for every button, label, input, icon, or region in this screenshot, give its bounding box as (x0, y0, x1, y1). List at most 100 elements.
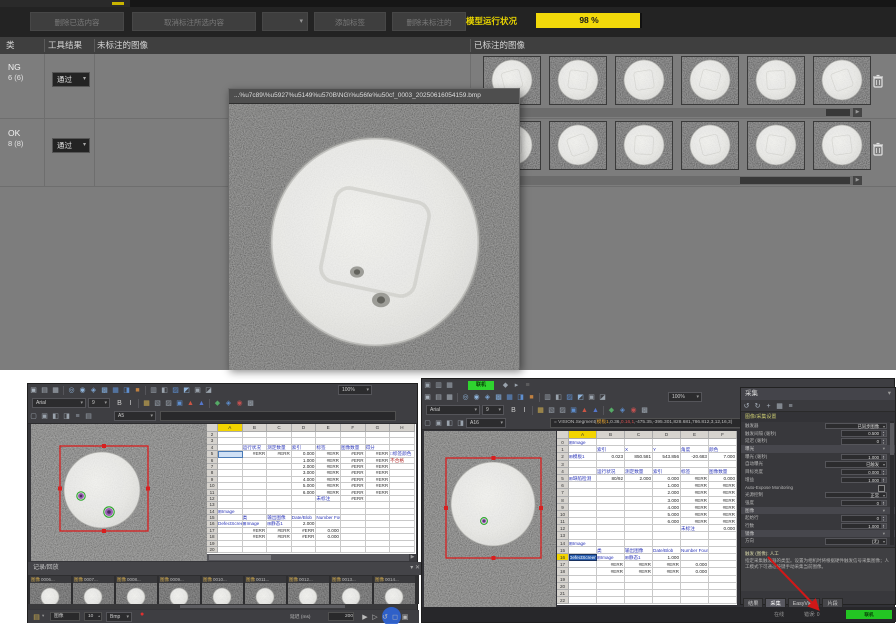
sheet-cell[interactable] (569, 583, 597, 590)
column-header[interactable]: G (366, 424, 391, 432)
chevron-down-icon[interactable]: ▾ (42, 613, 44, 619)
sheet-cell[interactable] (243, 547, 268, 553)
sheet-cell[interactable]: 未标注 (681, 525, 709, 532)
labeled-row1-scrollbar[interactable]: ▶ (474, 108, 862, 117)
row-header[interactable]: 16 (557, 554, 569, 561)
row-header[interactable]: 21 (557, 590, 569, 597)
sheet-cell[interactable] (569, 461, 597, 468)
property-spinner[interactable]: 0▴▾ (841, 438, 887, 445)
sheet-cell[interactable] (625, 489, 653, 496)
toolbar-icon[interactable]: ▩ (640, 406, 649, 415)
trash-icon[interactable] (872, 74, 884, 88)
sheet-cell[interactable] (569, 561, 597, 568)
sheet-cell[interactable] (569, 590, 597, 597)
sheet-cell[interactable] (341, 547, 366, 553)
column-header[interactable]: C (625, 431, 653, 439)
toolbar-icon[interactable]: ◪ (204, 386, 213, 395)
toolbar-icon[interactable]: ▣ (175, 399, 184, 408)
toolbar-icon[interactable]: ▣ (423, 381, 432, 390)
column-header[interactable]: A (218, 424, 243, 432)
sheet-cell[interactable] (569, 482, 597, 489)
frame-count-spinner[interactable]: 10▴▾ (84, 612, 102, 621)
toolbar-icon[interactable]: ◎ (461, 393, 470, 402)
sheet-cell[interactable] (653, 540, 681, 547)
sheet-cell[interactable] (709, 576, 737, 583)
playback-icon[interactable]: ◻ (391, 613, 399, 622)
sheet-cell[interactable]: 角度 (681, 446, 709, 453)
sheet-cell[interactable] (709, 561, 737, 568)
sheet-cell[interactable] (597, 525, 625, 532)
row-header[interactable]: 9 (557, 504, 569, 511)
right-inspection-image[interactable] (424, 431, 556, 609)
sheet-cell[interactable]: 850.581 (625, 453, 653, 460)
sheet-cell[interactable] (709, 554, 737, 561)
toolbar-icon[interactable]: I (520, 406, 529, 415)
row-header[interactable]: 4 (557, 468, 569, 475)
sheet-cell[interactable]: #ERR (709, 504, 737, 511)
sheet-cell[interactable] (709, 568, 737, 575)
toolbar-icon[interactable]: ▥ (149, 386, 158, 395)
sheet-cell[interactable]: 1.000 (653, 554, 681, 561)
toolbar-icon[interactable]: ▲ (197, 399, 206, 408)
sheet-cell[interactable] (569, 532, 597, 539)
sheet-cell[interactable] (709, 439, 737, 446)
film-frame-thumbnail[interactable]: 图像0012... (288, 576, 329, 604)
row-header[interactable]: 14 (557, 540, 569, 547)
font-size-select[interactable]: 9▾ (482, 405, 504, 415)
formula-bar[interactable] (160, 411, 396, 421)
toolbar-icon[interactable]: ▦ (536, 406, 545, 415)
row-header[interactable]: 19 (557, 576, 569, 583)
toolbar-icon[interactable]: ▣ (434, 419, 443, 428)
property-spinner[interactable]: 1.000▴▾ (841, 523, 887, 530)
toolbar-icon[interactable]: I (126, 399, 135, 408)
sheet-cell[interactable] (653, 525, 681, 532)
chevron-down-icon[interactable]: ▾ (888, 388, 891, 400)
sheet-cell[interactable]: 索引 (653, 468, 681, 475)
sheet-cell[interactable] (709, 532, 737, 539)
sheet-cell[interactable]: #ERR (653, 568, 681, 575)
film-frame-thumbnail[interactable]: 图像0009... (159, 576, 200, 604)
sheet-cell[interactable]: 80/92 (597, 475, 625, 482)
row-header[interactable]: 7 (557, 489, 569, 496)
sheet-cell[interactable] (653, 461, 681, 468)
sheet-cell[interactable]: #ERR (681, 497, 709, 504)
sheet-cell[interactable] (569, 504, 597, 511)
sheet-cell[interactable] (569, 547, 597, 554)
row-header[interactable]: 15 (557, 547, 569, 554)
row-header[interactable]: 13 (557, 532, 569, 539)
toolbar-icon[interactable]: ◈ (224, 399, 233, 408)
toolbar-icon[interactable]: ◪ (598, 393, 607, 402)
cell-reference-box[interactable]: A16▾ (466, 418, 506, 428)
toolbar-icon[interactable]: ▨ (558, 406, 567, 415)
sheet-cell[interactable]: 0.000 (681, 561, 709, 568)
right-spreadsheet[interactable]: ABCDEF0⊞Image1索引XY角度颜色2⊞模板10.023850.5815… (557, 431, 737, 605)
sheet-cell[interactable] (218, 547, 243, 553)
toolbar-icon[interactable]: ▣ (569, 406, 578, 415)
sheet-cell[interactable]: 索引 (597, 446, 625, 453)
sheet-cell[interactable]: #ERR (625, 568, 653, 575)
scroll-right-icon[interactable]: ▶ (853, 108, 862, 117)
sheet-cell[interactable]: #ERR (681, 511, 709, 518)
sheet-cell[interactable] (597, 532, 625, 539)
sheet-cell[interactable]: ⊞静态1 (625, 554, 653, 561)
sheet-cell[interactable] (625, 504, 653, 511)
label-dropdown[interactable]: ▾ (262, 12, 308, 31)
sheet-cell[interactable] (709, 597, 737, 604)
window-buttons[interactable]: ▾ ✕ (410, 562, 420, 575)
toolbar-icon[interactable]: ▢ (423, 419, 432, 428)
labeled-image-thumbnail[interactable] (682, 57, 738, 104)
sheet-cell[interactable] (366, 547, 391, 553)
sheet-cell[interactable]: 7.000 (709, 453, 737, 460)
sheet-cell[interactable] (569, 518, 597, 525)
sheet-cell[interactable] (597, 590, 625, 597)
font-select[interactable]: Arial▾ (32, 398, 86, 408)
toolbar-icon[interactable]: ▩ (100, 386, 109, 395)
film-scrollbar[interactable] (30, 604, 417, 609)
column-header[interactable]: E (681, 431, 709, 439)
toolbar-icon[interactable]: ◈ (618, 406, 627, 415)
sheet-cell[interactable]: 颜色 (709, 446, 737, 453)
sheet-cell[interactable]: Date/Blob (653, 547, 681, 554)
toolbar-icon[interactable]: ◉ (78, 386, 87, 395)
sheet-cell[interactable] (625, 525, 653, 532)
sheet-cell[interactable]: #ERR (625, 561, 653, 568)
